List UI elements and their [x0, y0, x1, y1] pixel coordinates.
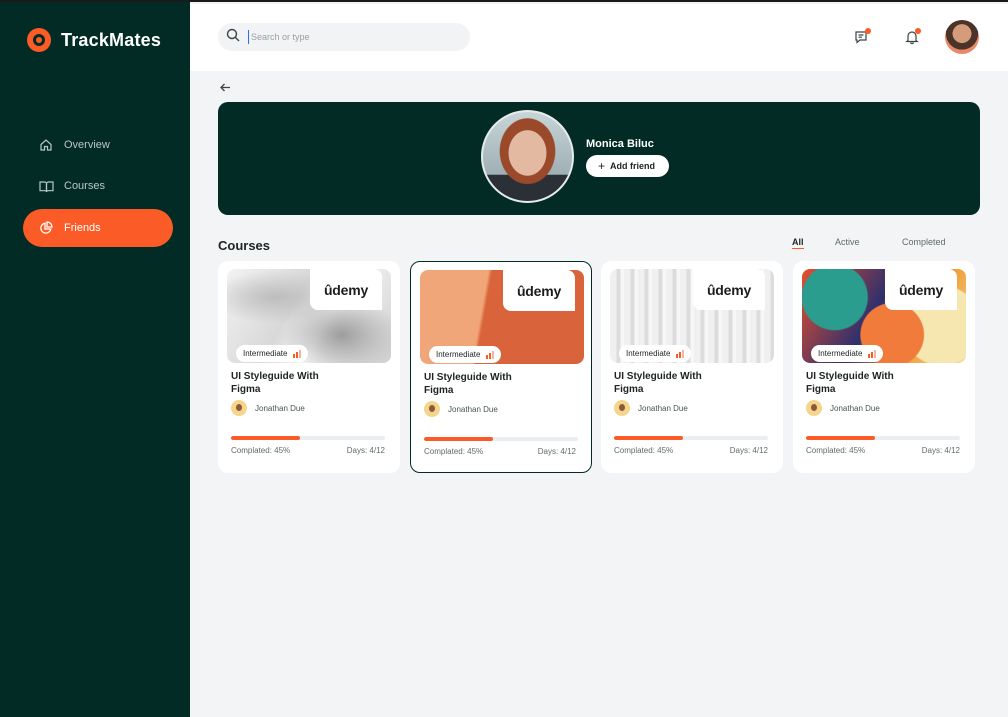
- author-name: Jonathan Due: [638, 403, 688, 413]
- progress-fill: [806, 436, 876, 440]
- home-icon: [38, 137, 54, 153]
- sidebar-item-label: Friends: [64, 222, 101, 234]
- author-name: Jonathan Due: [830, 403, 880, 413]
- provider-logo: ûdemy: [885, 269, 957, 310]
- search-icon: [226, 28, 240, 47]
- signal-bars-icon: [293, 349, 302, 358]
- app-name: TrackMates: [61, 29, 162, 50]
- pie-chart-icon: [38, 220, 54, 236]
- search-input[interactable]: [248, 30, 448, 44]
- sidebar-item-overview[interactable]: Overview: [23, 126, 173, 164]
- completed-text: Complated: 45%: [231, 446, 291, 455]
- course-thumbnail: ûdemy Intermediate: [227, 269, 391, 363]
- completed-text: Complated: 45%: [614, 446, 674, 455]
- sidebar-item-label: Overview: [64, 139, 110, 151]
- course-author: Jonathan Due: [231, 400, 305, 416]
- provider-logo: ûdemy: [693, 269, 765, 310]
- days-text: Days: 4/12: [537, 447, 576, 456]
- search-bar[interactable]: [218, 23, 470, 51]
- back-button[interactable]: [218, 80, 232, 94]
- course-thumbnail: ûdemy Intermediate: [420, 270, 584, 364]
- app-window: TrackMates Overview Courses Friends Sear…: [0, 0, 1008, 717]
- signal-bars-icon: [676, 349, 685, 358]
- level-label: Intermediate: [818, 349, 863, 358]
- course-thumbnail: ûdemy Intermediate: [802, 269, 966, 363]
- filter-completed[interactable]: Completed: [902, 237, 946, 247]
- arrow-left-icon: [219, 83, 230, 91]
- book-icon: [38, 178, 54, 194]
- days-text: Days: 4/12: [729, 446, 768, 455]
- logo-icon: [27, 28, 51, 52]
- level-badge: Intermediate: [429, 346, 502, 363]
- progress-fill: [614, 436, 684, 440]
- course-card[interactable]: ûdemy Intermediate UI Styleguide With Fi…: [218, 261, 400, 473]
- progress-bar: [614, 436, 768, 440]
- sidebar: TrackMates Overview Courses Friends: [0, 2, 190, 717]
- level-label: Intermediate: [626, 349, 671, 358]
- days-text: Days: 4/12: [921, 446, 960, 455]
- course-author: Jonathan Due: [806, 400, 880, 416]
- author-name: Jonathan Due: [255, 403, 305, 413]
- add-friend-label: Add friend: [610, 161, 656, 171]
- notification-dot: [915, 28, 921, 34]
- notifications-button[interactable]: [902, 27, 922, 47]
- sidebar-item-friends[interactable]: Friends: [23, 209, 173, 247]
- add-friend-button[interactable]: + Add friend: [586, 155, 670, 177]
- profile-name: Monica Biluc: [586, 138, 654, 150]
- plus-icon: +: [598, 159, 606, 173]
- sidebar-item-courses[interactable]: Courses: [23, 167, 173, 205]
- progress-fill: [231, 436, 301, 440]
- provider-logo: ûdemy: [503, 270, 575, 311]
- course-title: UI Styleguide With Figma: [231, 371, 319, 395]
- completed-text: Complated: 45%: [424, 447, 484, 456]
- progress-bar: [806, 436, 960, 440]
- author-avatar: [614, 400, 630, 416]
- progress-fill: [424, 437, 494, 441]
- course-author: Jonathan Due: [614, 400, 688, 416]
- course-author: Jonathan Due: [424, 401, 498, 417]
- sidebar-item-label: Courses: [64, 180, 105, 192]
- course-card[interactable]: ûdemy Intermediate UI Styleguide With Fi…: [793, 261, 975, 473]
- profile-photo: [481, 110, 574, 203]
- level-label: Intermediate: [243, 349, 288, 358]
- app-logo[interactable]: TrackMates: [27, 28, 161, 52]
- days-text: Days: 4/12: [346, 446, 385, 455]
- section-title: Courses: [218, 238, 271, 253]
- completed-text: Complated: 45%: [806, 446, 866, 455]
- progress-bar: [231, 436, 385, 440]
- level-badge: Intermediate: [619, 345, 692, 362]
- signal-bars-icon: [868, 349, 877, 358]
- top-bar: [190, 4, 1008, 71]
- level-badge: Intermediate: [236, 345, 309, 362]
- provider-logo: ûdemy: [310, 269, 382, 310]
- signal-bars-icon: [486, 350, 495, 359]
- author-avatar: [806, 400, 822, 416]
- notification-dot: [865, 28, 871, 34]
- author-avatar: [424, 401, 440, 417]
- level-label: Intermediate: [436, 350, 481, 359]
- course-card[interactable]: ûdemy Intermediate UI Styleguide With Fi…: [601, 261, 783, 473]
- user-avatar[interactable]: [945, 20, 979, 54]
- level-badge: Intermediate: [811, 345, 884, 362]
- messages-button[interactable]: [852, 27, 872, 47]
- profile-banner: Monica Biluc + Add friend: [218, 102, 980, 215]
- author-name: Jonathan Due: [448, 404, 498, 414]
- course-title: UI Styleguide With Figma: [424, 372, 512, 396]
- course-title: UI Styleguide With Figma: [806, 371, 894, 395]
- course-card[interactable]: ûdemy Intermediate UI Styleguide With Fi…: [410, 261, 592, 473]
- course-thumbnail: ûdemy Intermediate: [610, 269, 774, 363]
- progress-bar: [424, 437, 578, 441]
- author-avatar: [231, 400, 247, 416]
- filter-all[interactable]: All: [792, 237, 804, 249]
- course-title: UI Styleguide With Figma: [614, 371, 702, 395]
- filter-active[interactable]: Active: [835, 237, 860, 247]
